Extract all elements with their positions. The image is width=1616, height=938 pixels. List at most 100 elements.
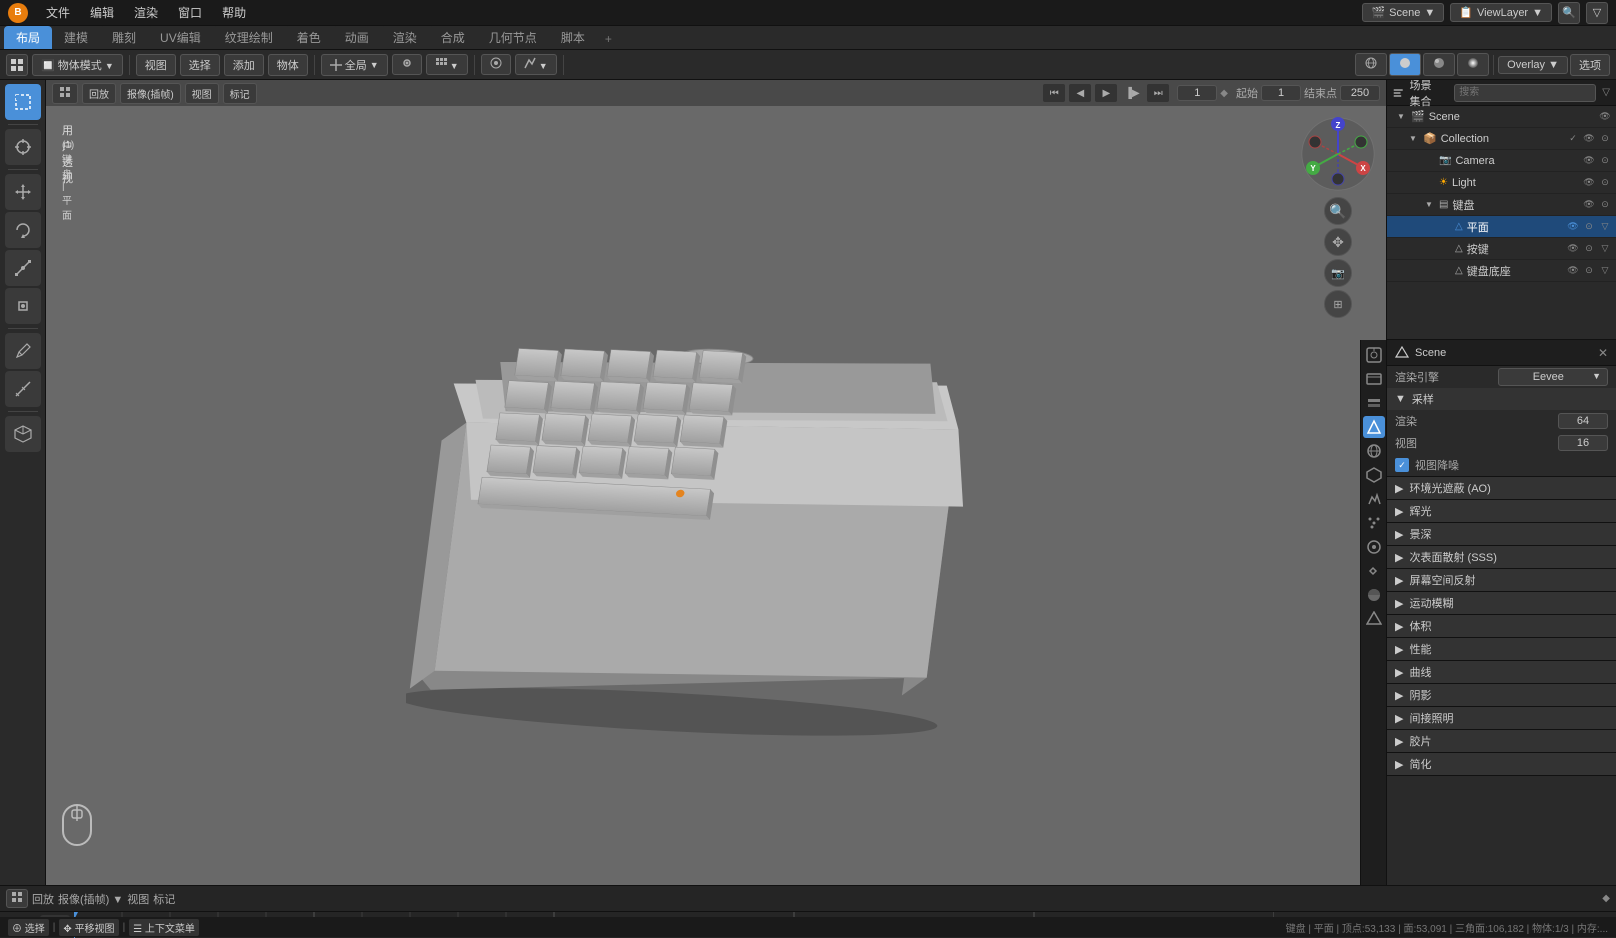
- rotate-tool[interactable]: [5, 212, 41, 248]
- particles-prop-icon[interactable]: [1363, 512, 1385, 534]
- frame-first-btn[interactable]: ⏮: [1043, 84, 1065, 102]
- cam-sel-btn[interactable]: ⊙: [1598, 154, 1612, 168]
- base-vis-btn[interactable]: 👁: [1566, 264, 1580, 278]
- pivot-btn[interactable]: [392, 54, 422, 75]
- scene-vis-btn[interactable]: 👁: [1598, 110, 1612, 124]
- section-header-6[interactable]: ▶ 体积: [1387, 615, 1616, 637]
- tl-playback-label[interactable]: 回放: [32, 891, 54, 907]
- frame-next-btn[interactable]: ▐▶: [1121, 84, 1143, 102]
- plane-sel-btn[interactable]: ⊙: [1582, 220, 1596, 234]
- cam-vis-btn[interactable]: 👁: [1582, 154, 1596, 168]
- options-btn[interactable]: 选项: [1570, 54, 1610, 76]
- kb-sel-btn[interactable]: ⊙: [1598, 198, 1612, 212]
- modifier-prop-icon[interactable]: [1363, 488, 1385, 510]
- col-vis-btn[interactable]: ✓: [1566, 132, 1580, 146]
- section-header-0[interactable]: ▶ 环境光遮蔽 (AO): [1387, 477, 1616, 499]
- move-tool[interactable]: [5, 174, 41, 210]
- btn-sel-btn[interactable]: ⊙: [1582, 242, 1596, 256]
- section-header-4[interactable]: ▶ 屏幕空间反射: [1387, 569, 1616, 591]
- output-prop-icon[interactable]: [1363, 368, 1385, 390]
- annotate-tool[interactable]: [5, 333, 41, 369]
- tab-shading[interactable]: 着色: [285, 26, 333, 49]
- tl-interpolation-label[interactable]: 报像(插帧) ▼: [58, 891, 123, 907]
- menu-edit[interactable]: 编辑: [82, 2, 122, 23]
- constraints-prop-icon[interactable]: [1363, 560, 1385, 582]
- section-header-2[interactable]: ▶ 景深: [1387, 523, 1616, 545]
- transform-tool[interactable]: [5, 288, 41, 324]
- playback-btn[interactable]: 回放: [82, 83, 116, 104]
- physics-prop-icon[interactable]: [1363, 536, 1385, 558]
- nav-camera-btn[interactable]: 📷: [1324, 259, 1352, 287]
- section-header-5[interactable]: ▶ 运动模糊: [1387, 592, 1616, 614]
- col-eye-btn[interactable]: 👁: [1582, 132, 1596, 146]
- select-box-tool[interactable]: [5, 84, 41, 120]
- rendered-btn[interactable]: [1457, 53, 1489, 76]
- end-frame-input[interactable]: [1340, 85, 1380, 101]
- btn-filt-btn[interactable]: ▽: [1598, 242, 1612, 256]
- add-workspace-button[interactable]: +: [597, 29, 620, 49]
- object-mode-dropdown[interactable]: 🔲 物体模式 ▼: [32, 54, 123, 76]
- tab-scripting[interactable]: 脚本: [549, 26, 597, 49]
- tl-view-label[interactable]: 视图: [127, 891, 149, 907]
- cursor-tool[interactable]: [5, 129, 41, 165]
- props-close-btn[interactable]: ✕: [1598, 346, 1608, 360]
- render-samples-value[interactable]: 64: [1558, 413, 1608, 429]
- render-engine-dropdown[interactable]: Eevee ▼: [1498, 368, 1609, 386]
- viewlayer-prop-icon[interactable]: [1363, 392, 1385, 414]
- search-button[interactable]: 🔍: [1558, 2, 1580, 24]
- nav-grid-btn[interactable]: ⊞: [1324, 290, 1352, 318]
- section-header-10[interactable]: ▶ 间接照明: [1387, 707, 1616, 729]
- tab-geonodes[interactable]: 几何节点: [477, 26, 549, 49]
- outliner-scene-item[interactable]: ▼ 🎬 Scene 👁: [1387, 106, 1616, 128]
- add-menu-btn[interactable]: 添加: [224, 54, 264, 76]
- section-header-7[interactable]: ▶ 性能: [1387, 638, 1616, 660]
- scene-expand-arrow[interactable]: ▼: [1395, 111, 1407, 123]
- light-sel-btn[interactable]: ⊙: [1598, 176, 1612, 190]
- section-header-8[interactable]: ▶ 曲线: [1387, 661, 1616, 683]
- filter-button[interactable]: ▽: [1586, 2, 1608, 24]
- play-btn[interactable]: ▶: [1095, 84, 1117, 102]
- tab-compositing[interactable]: 合成: [429, 26, 477, 49]
- snap-btn[interactable]: ▼: [426, 54, 468, 75]
- outliner-kbbase-item[interactable]: ▶ △ 键盘底座 👁 ⊙ ▽: [1387, 260, 1616, 282]
- scene-prop-icon[interactable]: [1363, 416, 1385, 438]
- material-prop-icon[interactable]: [1363, 584, 1385, 606]
- denoise-checkbox[interactable]: ✓: [1395, 458, 1409, 472]
- tab-layout[interactable]: 布局: [4, 26, 52, 49]
- overlay-btn[interactable]: Overlay ▼: [1498, 56, 1568, 74]
- view-menu-btn[interactable]: 视图: [136, 54, 176, 76]
- base-filt-btn[interactable]: ▽: [1598, 264, 1612, 278]
- wireframe-btn[interactable]: [1355, 53, 1387, 76]
- section-header-12[interactable]: ▶ 简化: [1387, 753, 1616, 775]
- viewport-3d[interactable]: 回放 报像(插帧) 视图 标记 ⏮ ◀ ▶ ▐▶ ⏭ ◆ 起始 结束点 用户透视…: [46, 80, 1386, 885]
- transform-global[interactable]: 全局 ▼: [321, 54, 388, 76]
- light-vis-btn[interactable]: 👁: [1582, 176, 1596, 190]
- viewport-samples-value[interactable]: 16: [1558, 435, 1608, 451]
- menu-window[interactable]: 窗口: [170, 2, 210, 23]
- tab-texture-paint[interactable]: 纹理绘制: [213, 26, 285, 49]
- tab-animation[interactable]: 动画: [333, 26, 381, 49]
- data-prop-icon[interactable]: [1363, 608, 1385, 630]
- outliner-collection-item[interactable]: ▼ 📦 Collection ✓ 👁 ⊙: [1387, 128, 1616, 150]
- view-layer-selector[interactable]: 📋 ViewLayer ▼: [1450, 3, 1552, 22]
- frame-last-btn[interactable]: ⏭: [1147, 84, 1169, 102]
- outliner-keyboard-item[interactable]: ▼ ▤ 键盘 👁 ⊙: [1387, 194, 1616, 216]
- outliner-camera-item[interactable]: ▶ 📷 Camera 👁 ⊙: [1387, 150, 1616, 172]
- current-frame-input[interactable]: [1177, 85, 1217, 101]
- outliner-plane-item[interactable]: ▶ △ 平面 👁 ⊙ ▽: [1387, 216, 1616, 238]
- tab-rendering[interactable]: 渲染: [381, 26, 429, 49]
- keyboard-expand-arrow[interactable]: ▼: [1423, 199, 1435, 211]
- plane-vis-btn[interactable]: 👁: [1566, 220, 1580, 234]
- collection-expand-arrow[interactable]: ▼: [1407, 133, 1419, 145]
- render-prop-icon[interactable]: [1363, 344, 1385, 366]
- kb-vis-btn[interactable]: 👁: [1582, 198, 1596, 212]
- orientation-gizmo[interactable]: Z X Y: [1298, 114, 1378, 194]
- solid-shading-btn[interactable]: [1389, 53, 1421, 76]
- select-menu-btn[interactable]: 选择: [180, 54, 220, 76]
- object-prop-icon[interactable]: [1363, 464, 1385, 486]
- btn-vis-btn[interactable]: 👁: [1566, 242, 1580, 256]
- section-header-3[interactable]: ▶ 次表面散射 (SSS): [1387, 546, 1616, 568]
- markers-btn[interactable]: 标记: [223, 83, 257, 104]
- view-header-btn[interactable]: [52, 83, 78, 104]
- section-header-11[interactable]: ▶ 胶片: [1387, 730, 1616, 752]
